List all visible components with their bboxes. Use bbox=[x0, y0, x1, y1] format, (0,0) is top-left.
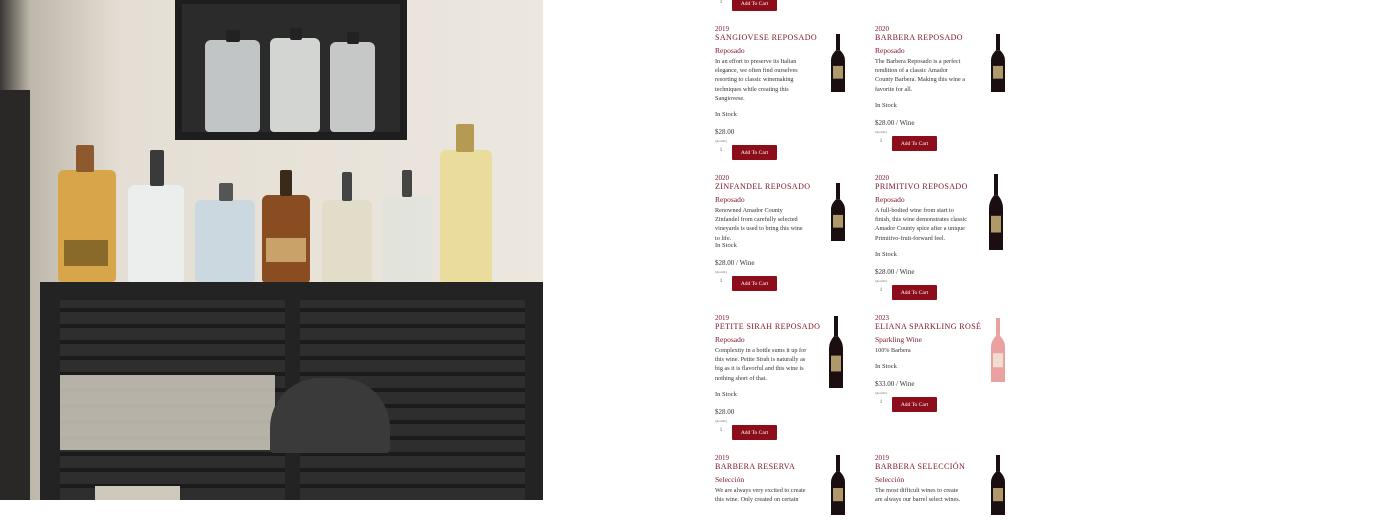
wine-bottle-image bbox=[828, 34, 848, 92]
quantity-label: Quantity bbox=[715, 139, 728, 143]
product-description: We are always very excited to create thi… bbox=[715, 487, 806, 504]
product-price: $28.00 / Wine bbox=[875, 119, 915, 127]
bottle bbox=[330, 42, 375, 132]
product-category: Selección bbox=[715, 475, 745, 484]
quantity-label: Quantity bbox=[715, 270, 728, 274]
add-to-cart-button-top[interactable]: Add To Cart bbox=[732, 0, 777, 11]
product-description: In an effort to preserve its Italian ele… bbox=[715, 58, 798, 102]
product-category: Selección bbox=[875, 475, 905, 484]
product-name[interactable]: PRIMITIVO REPOSADO bbox=[875, 182, 968, 191]
add-to-cart-button[interactable]: Add To Cart bbox=[892, 397, 937, 412]
wine-bottle-image bbox=[988, 318, 1008, 382]
bottle-icon bbox=[831, 34, 845, 92]
product-description: A full-bodied wine from start to finish,… bbox=[875, 207, 967, 242]
stock-status: In Stock bbox=[875, 363, 897, 371]
bottle bbox=[440, 150, 492, 283]
quantity-input[interactable]: 1 bbox=[876, 139, 886, 148]
bottle bbox=[382, 196, 432, 283]
product-name[interactable]: BARBERA RESERVA bbox=[715, 462, 795, 471]
bottle-icon bbox=[831, 183, 845, 241]
product-name[interactable]: ELIANA SPARKLING ROSÉ bbox=[875, 322, 981, 331]
product-price: $28.00 bbox=[715, 408, 735, 416]
bottle bbox=[205, 40, 260, 132]
product-year: 2020 bbox=[875, 25, 889, 33]
wine-bottle-image bbox=[826, 316, 846, 388]
product-price: $33.00 / Wine bbox=[875, 380, 915, 388]
wine-bottle-image bbox=[828, 455, 848, 515]
bottle bbox=[128, 185, 184, 283]
product-description: Complexity in a bottle sums it up for th… bbox=[715, 347, 807, 382]
bottle bbox=[270, 38, 320, 132]
product-year: 2019 bbox=[715, 454, 729, 462]
product-name[interactable]: SANGIOVESE REPOSADO bbox=[715, 33, 817, 42]
stock-status: In Stock bbox=[875, 250, 897, 258]
bottle-icon bbox=[831, 455, 845, 515]
quantity-label: Quantity bbox=[875, 279, 888, 283]
product-name[interactable]: BARBERA SELECCIÓN bbox=[875, 462, 965, 471]
product-description: Renowned Amador County Zinfandel from ca… bbox=[715, 207, 803, 242]
product-year: 2023 bbox=[875, 314, 889, 322]
product-year: 2019 bbox=[875, 454, 889, 462]
product-category: Sparkling Wine bbox=[875, 335, 922, 344]
stock-status: In Stock bbox=[875, 101, 897, 109]
product-category: Reposado bbox=[715, 46, 745, 55]
wine-bottle-image bbox=[988, 34, 1008, 92]
product-category: Reposado bbox=[875, 46, 905, 55]
quantity-input[interactable]: 1 bbox=[876, 288, 886, 297]
stock-status: In Stock bbox=[715, 390, 737, 398]
stock-status: In Stock bbox=[715, 111, 737, 118]
product-year: 2019 bbox=[715, 314, 729, 322]
add-to-cart-button[interactable]: Add To Cart bbox=[732, 425, 777, 440]
product-description: 100% Barbera bbox=[875, 347, 911, 354]
quantity-label: Quantity bbox=[875, 391, 888, 395]
product-year: 2020 bbox=[715, 174, 729, 182]
bottle-icon bbox=[989, 174, 1003, 250]
quantity-input[interactable]: 1 bbox=[876, 400, 886, 409]
bottle bbox=[322, 200, 372, 283]
quantity-label: Quantity bbox=[875, 130, 888, 134]
product-year: 2019 bbox=[715, 25, 729, 33]
wine-bottle-image bbox=[828, 183, 848, 241]
quantity-input-top[interactable]: 1 bbox=[716, 0, 726, 9]
product-category: Reposado bbox=[715, 195, 745, 204]
add-to-cart-button[interactable]: Add To Cart bbox=[732, 276, 777, 291]
add-to-cart-button[interactable]: Add To Cart bbox=[732, 145, 777, 160]
bottle-icon bbox=[991, 455, 1005, 515]
wine-bottle-image bbox=[986, 174, 1006, 250]
product-category: Reposado bbox=[715, 335, 745, 344]
product-description: The Barbera Reposado is a perfect rendit… bbox=[875, 58, 966, 93]
product-price: $28.00 / Wine bbox=[875, 268, 915, 276]
quantity-input[interactable]: 1 bbox=[716, 279, 726, 288]
bottle-icon bbox=[829, 316, 843, 388]
product-name[interactable]: ZINFANDEL REPOSADO bbox=[715, 182, 810, 191]
stock-status: In Stock bbox=[715, 241, 737, 249]
bottle-icon bbox=[991, 34, 1005, 92]
product-year: 2020 bbox=[875, 174, 889, 182]
product-price: $28.00 bbox=[715, 128, 735, 136]
product-name[interactable]: BARBERA REPOSADO bbox=[875, 33, 963, 42]
product-price: $28.00 / Wine bbox=[715, 259, 755, 267]
add-to-cart-button[interactable]: Add To Cart bbox=[892, 285, 937, 300]
quantity-input[interactable]: 1 bbox=[716, 148, 726, 157]
product-name[interactable]: PETITE SIRAH REPOSADO bbox=[715, 322, 820, 331]
quantity-input[interactable]: 1 bbox=[716, 428, 726, 437]
add-to-cart-button[interactable]: Add To Cart bbox=[892, 136, 937, 151]
wine-bottle-image bbox=[988, 455, 1008, 515]
product-description: The most difficult wines to create are a… bbox=[875, 487, 961, 504]
product-category: Reposado bbox=[875, 195, 905, 204]
quantity-label: Quantity bbox=[715, 419, 728, 423]
bottle-icon bbox=[991, 318, 1005, 382]
hero-photo bbox=[0, 0, 543, 500]
bottle bbox=[195, 200, 255, 282]
